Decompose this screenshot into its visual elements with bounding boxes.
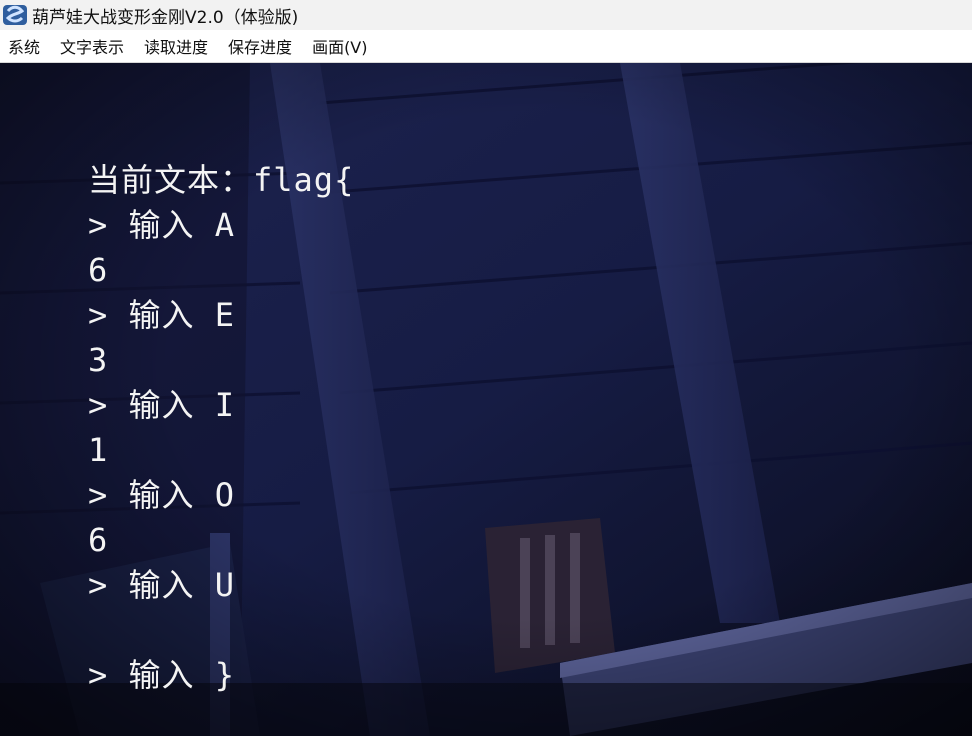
menu-load-progress[interactable]: 读取进度 bbox=[134, 34, 218, 58]
menu-bar: 系统 文字表示 读取进度 保存进度 画面(V) bbox=[0, 30, 972, 63]
console-line: 当前文本：flag{ bbox=[88, 161, 355, 199]
snake-app-icon bbox=[3, 5, 27, 25]
menu-save-progress[interactable]: 保存进度 bbox=[218, 34, 302, 58]
console-line: > 输入 E bbox=[88, 296, 236, 334]
menu-text-display[interactable]: 文字表示 bbox=[50, 34, 134, 58]
console-text: 当前文本：flag{ > 输入 A 6 > 输入 E 3 > 输入 I 1 > … bbox=[88, 158, 688, 698]
console-line: > 输入 I bbox=[88, 386, 236, 424]
game-scene[interactable]: 当前文本：flag{ > 输入 A 6 > 输入 E 3 > 输入 I 1 > … bbox=[0, 63, 972, 736]
console-line: 6 bbox=[88, 521, 109, 559]
console-line: 6 bbox=[88, 251, 109, 289]
console-line: > 输入 A bbox=[88, 206, 236, 244]
console-line: > 输入 O bbox=[88, 476, 236, 514]
window-title: 葫芦娃大战变形金刚V2.0（体验版) bbox=[32, 7, 299, 28]
console-line: 3 bbox=[88, 341, 109, 379]
menu-system[interactable]: 系统 bbox=[0, 34, 50, 58]
console-line: > 输入 U bbox=[88, 566, 236, 604]
console-line: > 输入 } bbox=[88, 656, 236, 694]
menu-screen[interactable]: 画面(V) bbox=[302, 34, 377, 58]
console-line: 1 bbox=[88, 431, 109, 469]
window-titlebar: 葫芦娃大战变形金刚V2.0（体验版) bbox=[0, 0, 972, 30]
